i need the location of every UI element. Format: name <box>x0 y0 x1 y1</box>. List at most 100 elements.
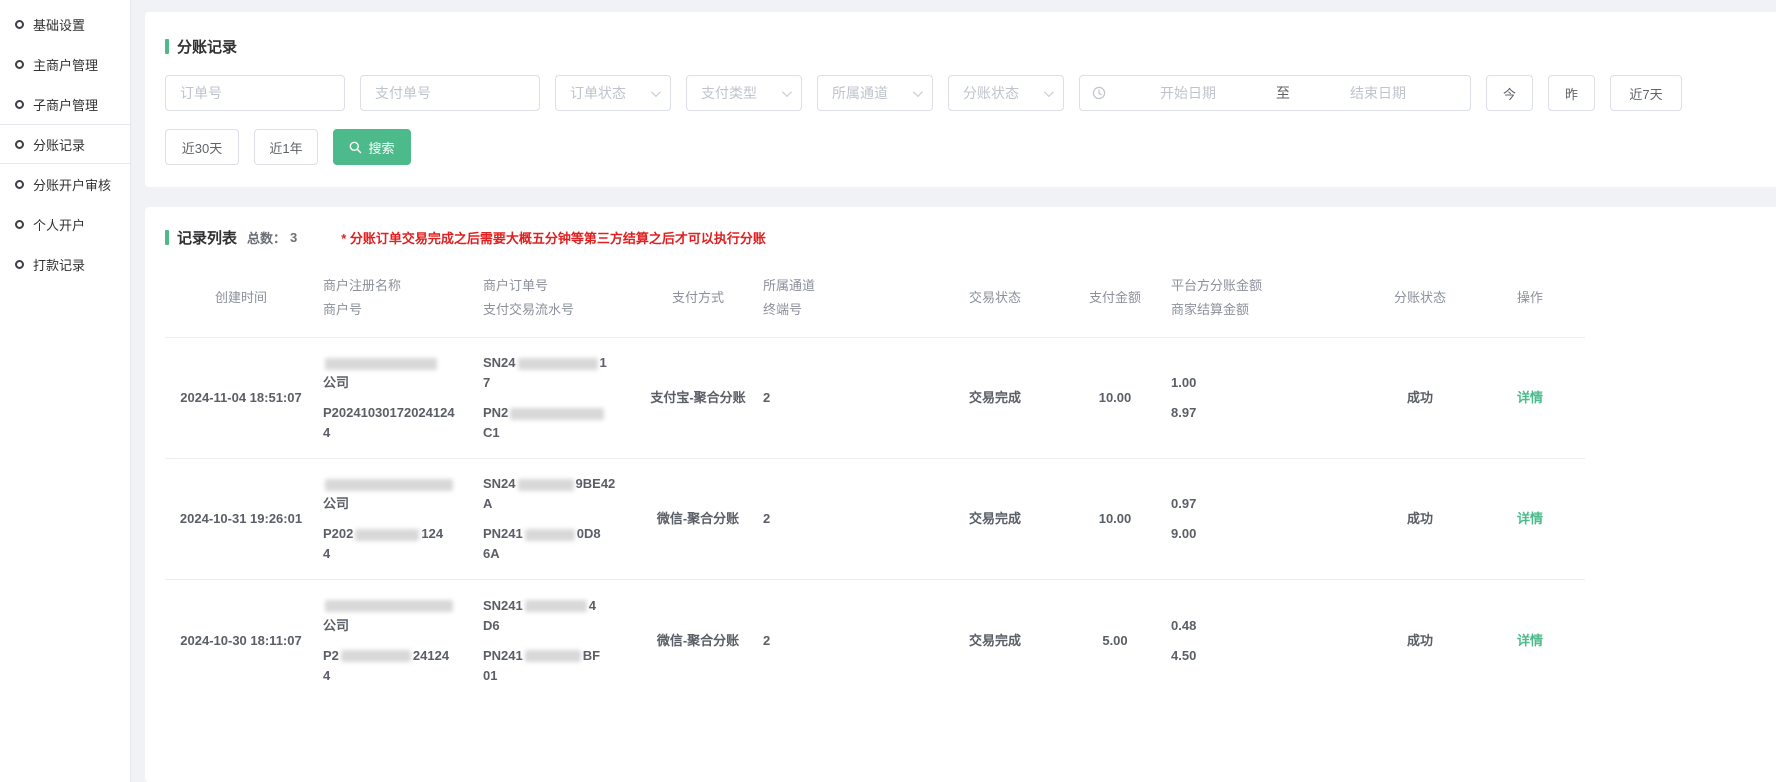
records-panel: 记录列表 总数： 3 * 分账订单交易完成之后需要大概五分钟等第三方结算之后才可… <box>145 207 1776 782</box>
cell-created: 2024-10-31 19:26:01 <box>165 459 317 579</box>
clock-icon <box>1092 86 1106 100</box>
circle-icon <box>15 180 24 189</box>
sidebar-item-basic-settings[interactable]: 基础设置 <box>0 4 130 44</box>
sidebar-item-label: 分账开户审核 <box>33 175 111 194</box>
cell-text: 4 <box>589 598 596 613</box>
sidebar-item-label: 打款记录 <box>33 255 85 274</box>
col-header-pay_method: 支付方式 <box>639 258 757 337</box>
pay-type-select[interactable]: 支付类型 <box>686 75 802 111</box>
col-header-channel: 所属通道终端号 <box>757 258 925 337</box>
cell-trade_status: 交易完成 <box>925 338 1065 458</box>
page-title: 分账记录 <box>177 36 237 57</box>
col-header-split_amount: 平台方分账金额商家结算金额 <box>1165 258 1365 337</box>
cell-order: SN249BE42APN2410D86A <box>477 459 639 579</box>
cell-order: SN2417PN2C1 <box>477 338 639 458</box>
table-row: 2024-11-04 18:51:07 公司 P20241030172024124 4… <box>165 338 1585 459</box>
sidebar-item-payout-records[interactable]: 打款记录 <box>0 244 130 284</box>
cell-channel: 2 <box>757 580 925 701</box>
cell-text: 8.97 <box>1171 405 1196 420</box>
redacted-blur <box>325 600 453 612</box>
cell-text: P202 <box>323 526 353 541</box>
sidebar-item-label: 分账记录 <box>33 135 85 154</box>
cell-text: 9.00 <box>1171 526 1196 541</box>
title-accent-bar <box>165 39 169 54</box>
cell-split_status: 成功 <box>1365 338 1475 458</box>
settlement-notice: * 分账订单交易完成之后需要大概五分钟等第三方结算之后才可以执行分账 <box>341 228 766 247</box>
end-date-placeholder: 结束日期 <box>1296 83 1460 103</box>
circle-icon <box>15 220 24 229</box>
sidebar: 基础设置 主商户管理 子商户管理 分账记录 分账开户审核 个人开户 打款记录 <box>0 0 131 782</box>
cell-text: 微信-聚合分账 <box>657 633 739 648</box>
date-range-picker[interactable]: 开始日期 至 结束日期 <box>1079 75 1471 111</box>
sidebar-item-label: 子商户管理 <box>33 95 98 114</box>
col-header-action: 操作 <box>1475 258 1585 337</box>
cell-action: 详情 <box>1475 338 1585 458</box>
detail-link[interactable]: 详情 <box>1517 511 1543 526</box>
cell-text: SN24 <box>483 355 516 370</box>
chevron-down-icon <box>782 87 792 97</box>
filter-row-1: 订单状态 支付类型 所属通道 分账状态 开始日期 至 <box>165 75 1756 111</box>
cell-text: 2024-11-04 18:51:07 <box>180 390 301 405</box>
detail-link[interactable]: 详情 <box>1517 390 1543 405</box>
chevron-down-icon <box>651 87 661 97</box>
cell-text: SN24 <box>483 476 516 491</box>
redacted-blur <box>525 529 575 541</box>
redacted-blur <box>325 479 453 491</box>
sidebar-item-sub-merchant[interactable]: 子商户管理 <box>0 84 130 124</box>
sidebar-item-split-records[interactable]: 分账记录 <box>0 124 130 164</box>
cell-split_amount: 0.97 9.00 <box>1165 459 1365 579</box>
sidebar-item-split-account-audit[interactable]: 分账开户审核 <box>0 164 130 204</box>
cell-text: 成功 <box>1407 633 1433 648</box>
total-label: 总数： <box>247 228 286 247</box>
last1year-button[interactable]: 近1年 <box>254 129 318 165</box>
cell-text: 2024-10-30 18:11:07 <box>180 633 301 648</box>
col-header-pay_amount: 支付金额 <box>1065 258 1165 337</box>
cell-text: P2 <box>323 648 339 663</box>
cell-text: 4 <box>323 425 330 440</box>
cell-trade_status: 交易完成 <box>925 580 1065 701</box>
cell-text: 0.97 <box>1171 496 1196 511</box>
search-button[interactable]: 搜索 <box>333 129 411 165</box>
cell-text: BF <box>583 648 600 663</box>
cell-text: D6 <box>483 618 500 633</box>
cell-text: 公司 <box>323 618 349 633</box>
order-status-select[interactable]: 订单状态 <box>555 75 671 111</box>
cell-text: 公司 <box>323 375 349 390</box>
cell-text: 4 <box>323 668 330 683</box>
today-button[interactable]: 今 <box>1486 75 1533 111</box>
sidebar-item-label: 个人开户 <box>33 215 85 234</box>
order-no-input[interactable] <box>165 75 345 111</box>
yesterday-button[interactable]: 昨 <box>1548 75 1595 111</box>
cell-text: 01 <box>483 668 497 683</box>
last7days-button[interactable]: 近7天 <box>1610 75 1682 111</box>
circle-icon <box>15 60 24 69</box>
cell-channel: 2 <box>757 459 925 579</box>
table-row: 2024-10-31 19:26:01公司P2021244SN249BE42AP… <box>165 459 1585 580</box>
redacted-blur <box>525 600 587 612</box>
cell-text: 6A <box>483 546 500 561</box>
detail-link[interactable]: 详情 <box>1517 633 1543 648</box>
redacted-blur <box>525 650 581 662</box>
last30days-button[interactable]: 近30天 <box>165 129 239 165</box>
sidebar-item-main-merchant[interactable]: 主商户管理 <box>0 44 130 84</box>
cell-pay_amount: 5.00 <box>1065 580 1165 701</box>
cell-action: 详情 <box>1475 580 1585 701</box>
table-header-row: 创建时间商户注册名称商户号商户订单号支付交易流水号支付方式所属通道终端号交易状态… <box>165 258 1585 338</box>
cell-created: 2024-10-30 18:11:07 <box>165 580 317 701</box>
redacted-blur <box>325 358 437 370</box>
pay-no-input[interactable] <box>360 75 540 111</box>
sidebar-item-personal-account[interactable]: 个人开户 <box>0 204 130 244</box>
cell-text: 10.00 <box>1099 511 1132 526</box>
cell-text: 4.50 <box>1171 648 1196 663</box>
redacted-blur <box>510 408 604 420</box>
chevron-down-icon <box>1044 87 1054 97</box>
circle-icon <box>15 20 24 29</box>
col-header-created: 创建时间 <box>165 258 317 337</box>
cell-text: A <box>483 496 492 511</box>
cell-merchant: 公司 P20241030172024124 4 <box>317 338 477 458</box>
split-status-select[interactable]: 分账状态 <box>948 75 1064 111</box>
channel-select[interactable]: 所属通道 <box>817 75 933 111</box>
total-count: 3 <box>290 230 297 245</box>
cell-text: P20241030172024124 <box>323 405 455 420</box>
cell-text: 交易完成 <box>969 390 1021 405</box>
